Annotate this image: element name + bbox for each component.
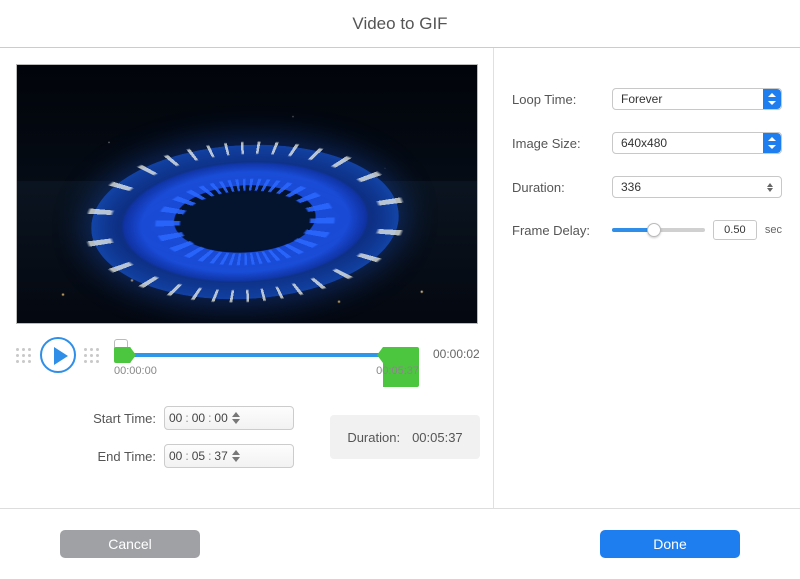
timeline-end-label: 00:05:37 xyxy=(376,365,419,377)
frame-delay-input[interactable]: 0.50 xyxy=(713,220,757,240)
start-time-input[interactable]: 00: 00: 00 xyxy=(164,406,294,430)
chevron-updown-icon xyxy=(763,133,781,153)
end-time-label: End Time: xyxy=(74,449,164,464)
end-time-stepper[interactable] xyxy=(232,446,246,466)
timeline-current-label: 00:00:02 xyxy=(433,347,487,361)
duration-label: Duration: xyxy=(512,180,612,195)
frame-delay-label: Frame Delay: xyxy=(512,223,612,238)
loop-time-label: Loop Time: xyxy=(512,92,612,107)
drag-handle-right[interactable] xyxy=(84,340,100,370)
start-time-stepper[interactable] xyxy=(232,408,246,428)
image-size-label: Image Size: xyxy=(512,136,612,151)
duration-stepper[interactable] xyxy=(767,178,779,196)
chevron-updown-icon xyxy=(763,89,781,109)
frame-delay-slider[interactable] xyxy=(612,228,705,232)
start-time-label: Start Time: xyxy=(74,411,164,426)
clip-duration-display: Duration: 00:05:37 xyxy=(330,415,480,459)
play-button[interactable] xyxy=(40,337,76,373)
video-preview xyxy=(16,64,478,324)
slider-knob[interactable] xyxy=(647,223,661,237)
trim-start-handle[interactable] xyxy=(114,347,131,363)
timeline[interactable]: 00:00:00 00:05:37 00:00:02 xyxy=(100,335,433,375)
cancel-button[interactable]: Cancel xyxy=(60,530,200,558)
image-size-select[interactable]: 640x480 xyxy=(612,132,782,154)
loop-time-select[interactable]: Forever xyxy=(612,88,782,110)
timeline-start-label: 00:00:00 xyxy=(114,365,157,377)
drag-handle-left[interactable] xyxy=(16,340,32,370)
duration-input[interactable]: 336 xyxy=(612,176,782,198)
done-button[interactable]: Done xyxy=(600,530,740,558)
end-time-input[interactable]: 00: 05: 37 xyxy=(164,444,294,468)
frame-delay-unit: sec xyxy=(765,224,782,236)
window-title: Video to GIF xyxy=(0,0,800,48)
